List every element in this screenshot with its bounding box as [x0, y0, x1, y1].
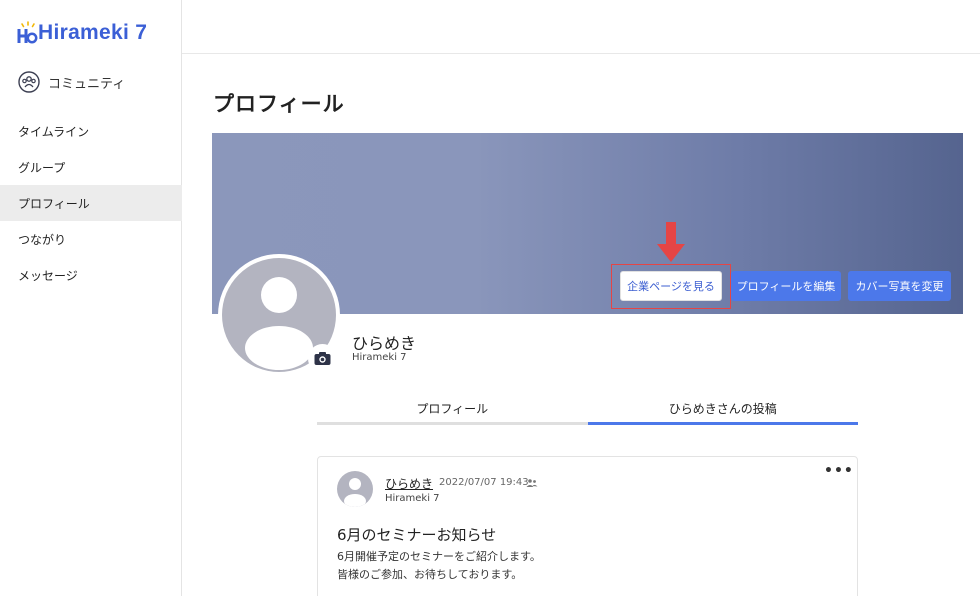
sidebar-item-label: メッセージ	[18, 268, 78, 283]
profile-tabs: プロフィール ひらめきさんの投稿	[317, 395, 858, 425]
tab-posts[interactable]: ひらめきさんの投稿	[587, 395, 858, 425]
sidebar-item-timeline[interactable]: タイムライン	[0, 113, 182, 149]
change-avatar-button[interactable]	[308, 344, 337, 373]
community-link[interactable]: コミュニティ	[18, 71, 125, 93]
visibility-connections-icon	[526, 479, 538, 487]
post-author-name[interactable]: ひらめき	[385, 475, 433, 492]
profile-name: ひらめき	[352, 334, 417, 353]
user-silhouette-icon	[344, 478, 366, 507]
post-card: ひらめき 2022/07/07 19:43 Hirameki 7 ••• 6月の…	[317, 456, 858, 596]
page-title: プロフィール	[213, 92, 345, 116]
community-icon	[18, 71, 40, 93]
sidebar-item-connections[interactable]: つながり	[0, 221, 182, 257]
top-bar	[182, 0, 980, 54]
post-author-avatar[interactable]	[337, 471, 373, 507]
arrow-down-icon	[657, 222, 685, 262]
logo-mark-icon	[17, 21, 38, 44]
company-page-button[interactable]: 企業ページを見る	[620, 271, 722, 301]
sidebar-item-label: タイムライン	[18, 124, 90, 139]
sidebar-nav: タイムライン グループ プロフィール つながり メッセージ	[0, 113, 182, 293]
tab-profile[interactable]: プロフィール	[317, 395, 588, 425]
sidebar-item-messages[interactable]: メッセージ	[0, 257, 182, 293]
post-body-line: 6月開催予定のセミナーをご紹介します。	[337, 550, 541, 563]
more-options-icon[interactable]: •••	[824, 463, 854, 479]
change-cover-button[interactable]: カバー写真を変更	[848, 271, 951, 301]
sidebar-item-profile[interactable]: プロフィール	[0, 185, 182, 221]
sidebar-item-groups[interactable]: グループ	[0, 149, 182, 185]
post-title: 6月のセミナーお知らせ	[337, 526, 497, 544]
post-company: Hirameki 7	[385, 493, 440, 504]
camera-icon	[314, 352, 331, 365]
community-label: コミュニティ	[48, 76, 126, 92]
logo-text: Hirameki 7	[38, 21, 148, 44]
sidebar-item-label: プロフィール	[18, 196, 90, 211]
sidebar-item-label: つながり	[18, 232, 67, 247]
profile-company: Hirameki 7	[352, 352, 407, 363]
sidebar: Hirameki 7 コミュニティ タイムライン グループ プロフィール つなが…	[0, 0, 182, 596]
sidebar-item-label: グループ	[18, 160, 66, 175]
app-logo[interactable]: Hirameki 7	[16, 18, 147, 48]
post-body-line: 皆様のご参加、お待ちしております。	[337, 568, 523, 581]
edit-profile-button[interactable]: プロフィールを編集	[731, 271, 841, 301]
post-datetime: 2022/07/07 19:43	[439, 477, 529, 488]
